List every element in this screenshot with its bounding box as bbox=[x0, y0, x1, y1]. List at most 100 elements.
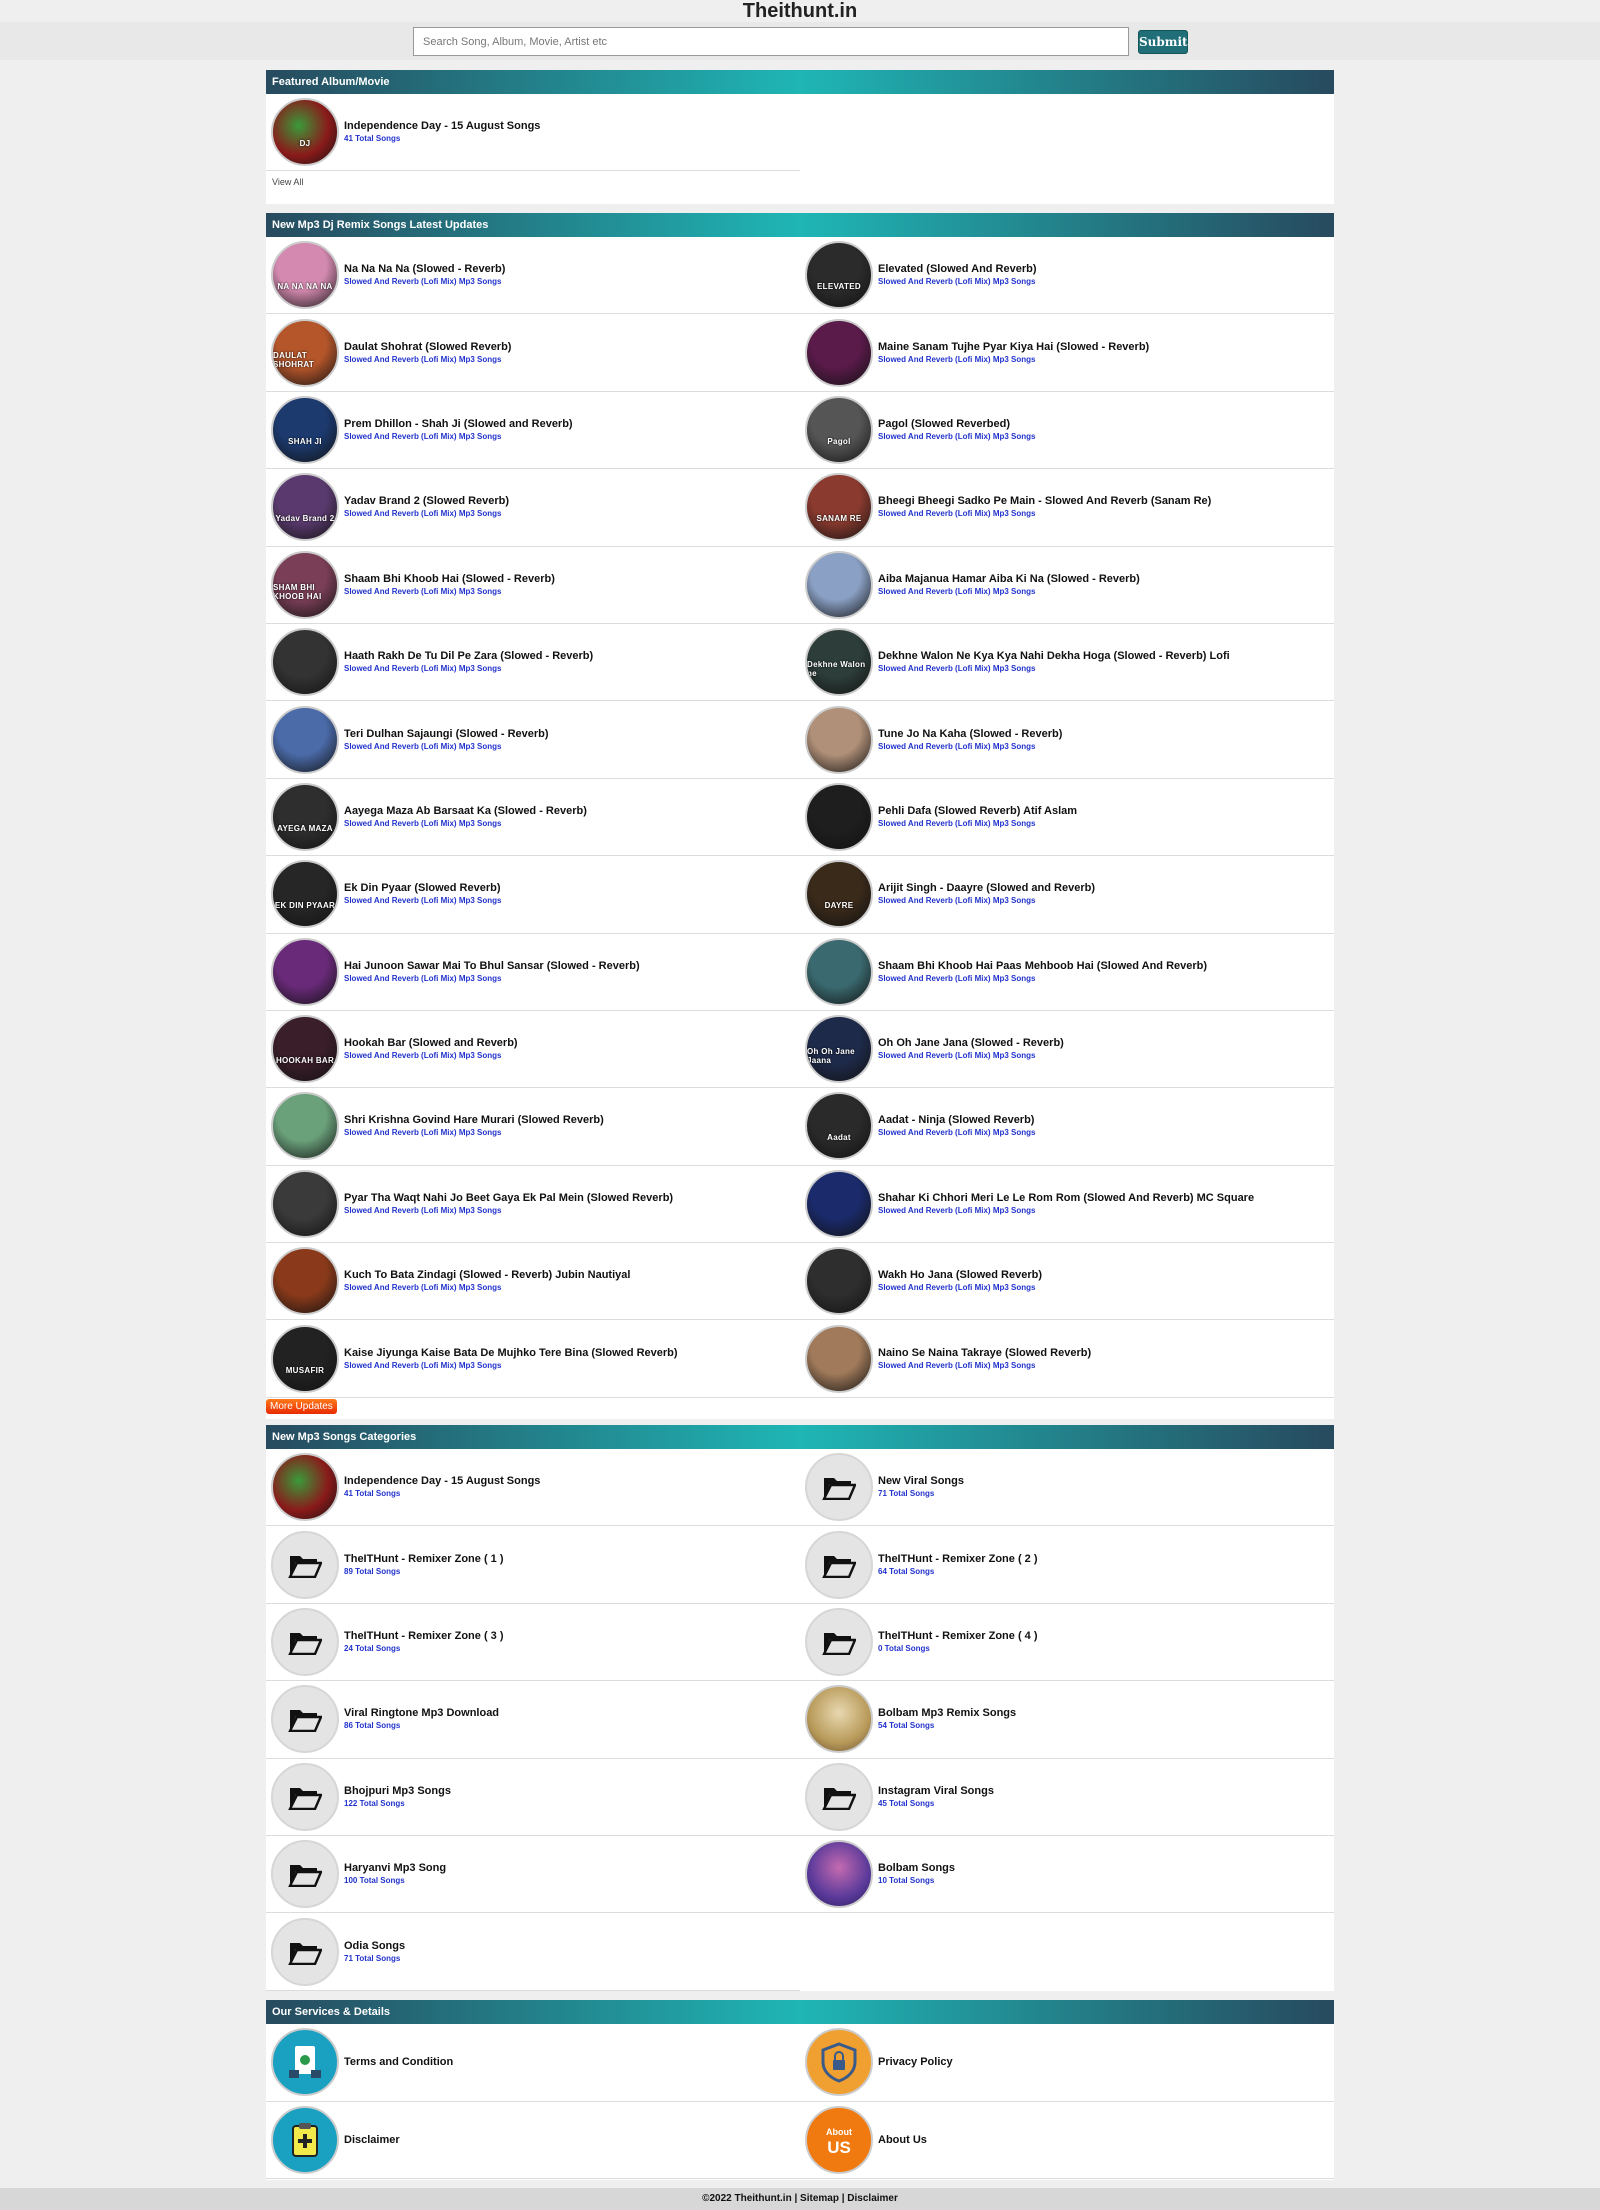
song-list-item[interactable]: AYEGA MAZA Aayega Maza Ab Barsaat Ka (Slo… bbox=[266, 779, 800, 857]
song-list-item[interactable]: Pagol Pagol (Slowed Reverbed) Slowed And R… bbox=[800, 392, 1334, 470]
category-item[interactable]: TheITHunt - Remixer Zone ( 1 ) 89 Total S… bbox=[266, 1526, 800, 1604]
song-category-link[interactable]: Slowed And Reverb (Lofi Mix) Mp3 Songs bbox=[878, 1360, 1091, 1372]
view-all-link[interactable]: View All bbox=[266, 171, 1334, 195]
song-category-link[interactable]: Slowed And Reverb (Lofi Mix) Mp3 Songs bbox=[344, 1127, 604, 1139]
song-list-item[interactable]: Aiba Majanua Hamar Aiba Ki Na (Slowed - … bbox=[800, 547, 1334, 624]
song-list-item[interactable]: Shri Krishna Govind Hare Murari (Slowed … bbox=[266, 1088, 800, 1166]
song-category-link[interactable]: Slowed And Reverb (Lofi Mix) Mp3 Songs bbox=[878, 1205, 1254, 1217]
song-list-item[interactable]: Naino Se Naina Takraye (Slowed Reverb) Sl… bbox=[800, 1320, 1334, 1398]
song-category-link[interactable]: Slowed And Reverb (Lofi Mix) Mp3 Songs bbox=[878, 663, 1230, 675]
category-item[interactable]: TheITHunt - Remixer Zone ( 3 ) 24 Total S… bbox=[266, 1604, 800, 1682]
song-category-link[interactable]: Slowed And Reverb (Lofi Mix) Mp3 Songs bbox=[344, 1050, 518, 1062]
category-item[interactable]: TheITHunt - Remixer Zone ( 4 ) 0 Total So… bbox=[800, 1604, 1334, 1682]
category-item[interactable]: Bolbam Songs 10 Total Songs bbox=[800, 1836, 1334, 1914]
song-category-link[interactable]: Slowed And Reverb (Lofi Mix) Mp3 Songs bbox=[878, 354, 1149, 366]
service-item-about-us[interactable]: About US About Us bbox=[800, 2102, 1334, 2179]
song-category-link[interactable]: Slowed And Reverb (Lofi Mix) Mp3 Songs bbox=[878, 586, 1140, 598]
song-category-link[interactable]: Slowed And Reverb (Lofi Mix) Mp3 Songs bbox=[344, 973, 640, 985]
song-list-item[interactable]: Pehli Dafa (Slowed Reverb) Atif Aslam Slo… bbox=[800, 779, 1334, 857]
song-list-item[interactable]: Pyar Tha Waqt Nahi Jo Beet Gaya Ek Pal M… bbox=[266, 1166, 800, 1244]
song-category-link[interactable]: Slowed And Reverb (Lofi Mix) Mp3 Songs bbox=[344, 895, 502, 907]
song-list-item[interactable]: DAYRE Arijit Singh - Daayre (Slowed and R… bbox=[800, 856, 1334, 934]
song-category-link[interactable]: Slowed And Reverb (Lofi Mix) Mp3 Songs bbox=[878, 508, 1211, 520]
song-cover-art bbox=[271, 1169, 339, 1238]
song-list-item[interactable]: Maine Sanam Tujhe Pyar Kiya Hai (Slowed … bbox=[800, 314, 1334, 392]
song-list-item[interactable]: Kuch To Bata Zindagi (Slowed - Reverb) J… bbox=[266, 1243, 800, 1321]
song-category-link[interactable]: Slowed And Reverb (Lofi Mix) Mp3 Songs bbox=[878, 1127, 1036, 1139]
category-item[interactable]: TheITHunt - Remixer Zone ( 2 ) 64 Total S… bbox=[800, 1526, 1334, 1604]
song-list-item[interactable]: Shahar Ki Chhori Meri Le Le Rom Rom (Slo… bbox=[800, 1166, 1334, 1244]
folder-icon bbox=[805, 1762, 873, 1831]
song-category-link[interactable]: Slowed And Reverb (Lofi Mix) Mp3 Songs bbox=[344, 1282, 630, 1294]
song-title: Shri Krishna Govind Hare Murari (Slowed … bbox=[344, 1114, 604, 1127]
song-list-item[interactable]: NA NA NA NA Na Na Na Na (Slowed - Reverb)… bbox=[266, 237, 800, 315]
submit-button[interactable]: Submit bbox=[1138, 30, 1188, 54]
category-title: Bolbam Mp3 Remix Songs bbox=[878, 1707, 1017, 1720]
song-list-item[interactable]: Yadav Brand 2 Yadav Brand 2 (Slowed Rever… bbox=[266, 469, 800, 547]
song-list-item[interactable]: Shaam Bhi Khoob Hai Paas Mehboob Hai (Sl… bbox=[800, 934, 1334, 1011]
song-list-item[interactable]: HOOKAH BAR Hookah Bar (Slowed and Reverb)… bbox=[266, 1011, 800, 1089]
song-list-item[interactable]: SANAM RE Bheegi Bheegi Sadko Pe Main - Sl… bbox=[800, 469, 1334, 547]
song-category-link[interactable]: Slowed And Reverb (Lofi Mix) Mp3 Songs bbox=[878, 895, 1095, 907]
category-item[interactable]: Haryanvi Mp3 Song 100 Total Songs bbox=[266, 1836, 800, 1914]
site-title[interactable]: Theithunt.in bbox=[0, 0, 1600, 22]
category-item[interactable]: Odia Songs 71 Total Songs bbox=[266, 1913, 800, 1991]
song-category-link[interactable]: Slowed And Reverb (Lofi Mix) Mp3 Songs bbox=[878, 1050, 1064, 1062]
song-category-link[interactable]: Slowed And Reverb (Lofi Mix) Mp3 Songs bbox=[344, 431, 573, 443]
song-list-item[interactable]: EK DIN PYAAR Ek Din Pyaar (Slowed Reverb)… bbox=[266, 856, 800, 934]
song-list-item[interactable]: Tune Jo Na Kaha (Slowed - Reverb) Slowed … bbox=[800, 701, 1334, 779]
more-updates-button[interactable]: More Updates bbox=[266, 1399, 337, 1414]
service-item-terms-and-condition[interactable]: Terms and Condition bbox=[266, 2024, 800, 2102]
song-list-item[interactable]: SHAH JI Prem Dhillon - Shah Ji (Slowed an… bbox=[266, 392, 800, 470]
song-category-link[interactable]: Slowed And Reverb (Lofi Mix) Mp3 Songs bbox=[878, 1282, 1042, 1294]
song-category-link[interactable]: Slowed And Reverb (Lofi Mix) Mp3 Songs bbox=[878, 741, 1062, 753]
song-title: Tune Jo Na Kaha (Slowed - Reverb) bbox=[878, 727, 1063, 740]
song-title: Oh Oh Jane Jana (Slowed - Reverb) bbox=[878, 1037, 1064, 1050]
song-category-link[interactable]: Slowed And Reverb (Lofi Mix) Mp3 Songs bbox=[344, 276, 505, 288]
song-list-item[interactable]: ELEVATED Elevated (Slowed And Reverb) Slow… bbox=[800, 237, 1334, 315]
song-category-link[interactable]: Slowed And Reverb (Lofi Mix) Mp3 Songs bbox=[344, 818, 587, 830]
category-item[interactable]: Bolbam Mp3 Remix Songs 54 Total Songs bbox=[800, 1681, 1334, 1759]
song-list-item[interactable]: Hai Junoon Sawar Mai To Bhul Sansar (Slo… bbox=[266, 934, 800, 1011]
song-category-link[interactable]: Slowed And Reverb (Lofi Mix) Mp3 Songs bbox=[344, 741, 549, 753]
cover-art-text: Aadat bbox=[827, 1133, 851, 1143]
song-cover-art: Oh Oh Jane Jaana bbox=[805, 1015, 873, 1084]
folder-icon bbox=[805, 1607, 873, 1676]
category-item[interactable]: New Viral Songs 71 Total Songs bbox=[800, 1449, 1334, 1527]
song-category-link[interactable]: Slowed And Reverb (Lofi Mix) Mp3 Songs bbox=[344, 663, 593, 675]
song-title: Maine Sanam Tujhe Pyar Kiya Hai (Slowed … bbox=[878, 340, 1150, 353]
song-category-link[interactable]: Slowed And Reverb (Lofi Mix) Mp3 Songs bbox=[344, 354, 511, 366]
cover-art-text: Oh Oh Jane Jaana bbox=[807, 1047, 855, 1066]
category-item[interactable]: Instagram Viral Songs 45 Total Songs bbox=[800, 1759, 1334, 1836]
song-category-link[interactable]: Slowed And Reverb (Lofi Mix) Mp3 Songs bbox=[878, 818, 1077, 830]
cover-art-text: SHAM BHI KHOOB HAI bbox=[273, 582, 322, 601]
category-item[interactable]: Bhojpuri Mp3 Songs 122 Total Songs bbox=[266, 1759, 800, 1836]
song-list-item[interactable]: Oh Oh Jane Jaana Oh Oh Jane Jana (Slowed … bbox=[800, 1011, 1334, 1089]
song-list-item[interactable]: Teri Dulhan Sajaungi (Slowed - Reverb) Sl… bbox=[266, 701, 800, 779]
song-category-link[interactable]: Slowed And Reverb (Lofi Mix) Mp3 Songs bbox=[878, 973, 1207, 985]
song-category-link[interactable]: Slowed And Reverb (Lofi Mix) Mp3 Songs bbox=[878, 431, 1036, 443]
song-cover-art: DAULAT SHOHRAT bbox=[271, 318, 339, 387]
song-list-item[interactable]: Dekhne Walon ne Dekhne Walon Ne Kya Kya N… bbox=[800, 624, 1334, 702]
song-category-link[interactable]: Slowed And Reverb (Lofi Mix) Mp3 Songs bbox=[344, 586, 555, 598]
song-category-link[interactable]: Slowed And Reverb (Lofi Mix) Mp3 Songs bbox=[878, 276, 1037, 288]
folder-icon bbox=[271, 1917, 339, 1986]
song-category-link[interactable]: Slowed And Reverb (Lofi Mix) Mp3 Songs bbox=[344, 508, 509, 520]
song-category-link[interactable]: Slowed And Reverb (Lofi Mix) Mp3 Songs bbox=[344, 1360, 678, 1372]
category-title: TheITHunt - Remixer Zone ( 4 ) bbox=[878, 1629, 1038, 1642]
service-item-disclaimer[interactable]: Disclaimer bbox=[266, 2102, 800, 2179]
categories-list: Independence Day - 15 August Songs 41 Tot… bbox=[266, 1449, 1334, 1991]
song-list-item[interactable]: Aadat Aadat - Ninja (Slowed Reverb) Slowed… bbox=[800, 1088, 1334, 1166]
song-list-item[interactable]: Wakh Ho Jana (Slowed Reverb) Slowed And R… bbox=[800, 1243, 1334, 1321]
category-item[interactable]: Independence Day - 15 August Songs 41 Tot… bbox=[266, 1449, 800, 1527]
song-list-item[interactable]: DAULAT SHOHRAT Daulat Shohrat (Slowed Rev… bbox=[266, 314, 800, 392]
song-list-item[interactable]: SHAM BHI KHOOB HAI Shaam Bhi Khoob Hai (S… bbox=[266, 547, 800, 624]
song-category-link[interactable]: Slowed And Reverb (Lofi Mix) Mp3 Songs bbox=[344, 1205, 673, 1217]
category-item[interactable]: Viral Ringtone Mp3 Download 86 Total Song… bbox=[266, 1681, 800, 1759]
song-list-item[interactable]: MUSAFIR Kaise Jiyunga Kaise Bata De Mujhk… bbox=[266, 1320, 800, 1398]
song-list-item[interactable]: Haath Rakh De Tu Dil Pe Zara (Slowed - R… bbox=[266, 624, 800, 702]
service-item-privacy-policy[interactable]: Privacy Policy bbox=[800, 2024, 1334, 2102]
song-cover-art bbox=[805, 550, 873, 619]
featured-item[interactable]: DJ Independence Day - 15 August Songs 41… bbox=[266, 94, 800, 171]
search-input[interactable] bbox=[413, 27, 1129, 56]
